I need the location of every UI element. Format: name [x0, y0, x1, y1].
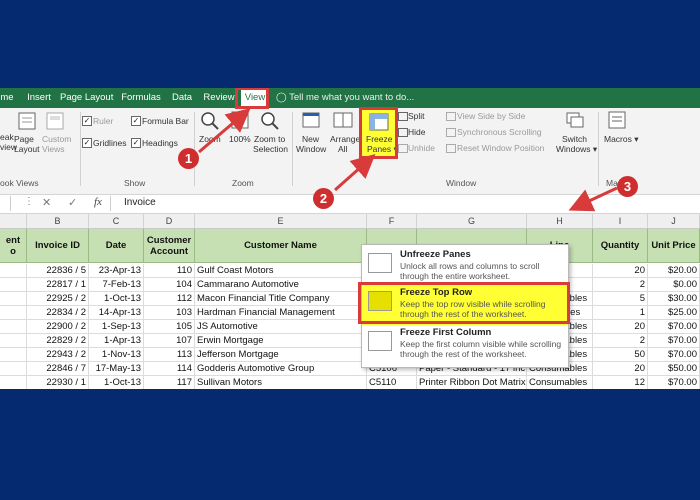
step-badge-1: 1 [178, 148, 199, 169]
arrow-1 [198, 108, 251, 154]
step-badge-2: 2 [313, 188, 334, 209]
step-badge-3: 3 [617, 176, 638, 197]
tutorial-image: me Insert Page Layout Formulas Data Review Vie… [0, 0, 700, 500]
annotation-arrows [198, 108, 618, 212]
arrow-2 [334, 154, 376, 192]
arrow-3 [568, 186, 618, 212]
